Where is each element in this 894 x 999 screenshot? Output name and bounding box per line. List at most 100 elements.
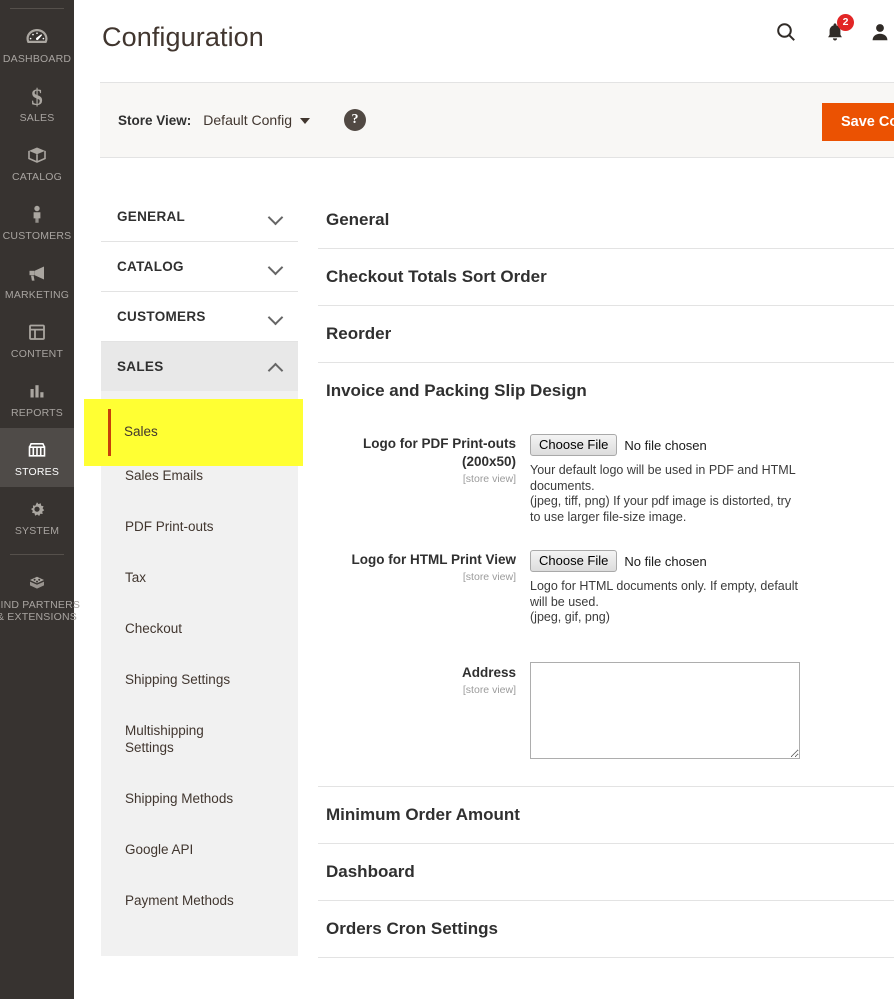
field-note-line: (jpeg, tiff, png) If your pdf image is d… [530,494,894,510]
sidebar-item-reports[interactable]: REPORTS [0,369,74,428]
field-note-line: will be used. [530,595,894,611]
section-title: General [326,210,389,229]
file-input-row: Choose File No file chosen [530,549,894,573]
nav-subitem-label: Sales [124,424,158,439]
nav-subitem-label: Tax [125,570,146,585]
store-switcher-bar: Store View: Default Config ? Save Config [100,82,894,158]
sidebar-item-marketing[interactable]: MARKETING [0,251,74,310]
layout-panel-icon [2,319,72,345]
save-config-button[interactable]: Save Config [822,103,894,141]
section-title: Dashboard [326,862,415,881]
sidebar-item-system[interactable]: SYSTEM [0,487,74,546]
bell-icon[interactable]: 2 [824,20,846,44]
field-control-column [530,660,894,764]
sidebar-item-sales[interactable]: $ SALES [0,74,74,133]
page-title: Configuration [102,22,264,53]
nav-subitem-label: PDF Print-outs [125,519,214,534]
section-dashboard[interactable]: Dashboard [318,844,894,901]
sidebar-item-catalog[interactable]: CATALOG [0,133,74,192]
section-invoice-and-packing-slip-design: Invoice and Packing Slip Design Logo for… [318,363,894,786]
header-icon-group: 2 [774,20,894,44]
field-label: Logo for HTML Print View [352,552,517,567]
field-note-line: Logo for HTML documents only. If empty, … [530,579,894,595]
page-header: Configuration 2 [74,0,894,82]
choose-file-button-html-logo[interactable]: Choose File [530,550,617,572]
file-status-text: No file chosen [624,554,706,569]
store-switcher-inner: Store View: Default Config ? [118,83,366,157]
user-avatar-icon[interactable] [868,20,892,44]
chevron-down-icon [270,311,282,323]
sidebar-item-stores[interactable]: STORES [0,428,74,487]
nav-subitem-multishipping-settings[interactable]: Multishipping Settings [101,705,221,773]
nav-subitem-google-api[interactable]: Google API [101,824,298,875]
extension-block-icon [2,570,72,596]
admin-sidebar: DASHBOARD $ SALES CATALOG [0,0,74,999]
section-orders-cron-settings[interactable]: Orders Cron Settings [318,901,894,958]
field-note-line: to use larger file-size image. [530,510,894,526]
nav-subitem-payment-methods[interactable]: Payment Methods [101,875,298,926]
nav-subitem-sales-selected-bar [108,409,111,456]
sidebar-item-dashboard[interactable]: DASHBOARD [0,15,74,74]
nav-subitem-label: Checkout [125,621,182,636]
nav-sublist-sales: Sales Sales Emails PDF Print-outs Tax Ch… [101,391,298,956]
nav-section-label: SALES [117,359,164,374]
store-view-select[interactable]: Default Config [203,112,310,128]
field-logo-for-html-print-view: Logo for HTML Print View [store view] Ch… [318,531,894,646]
search-icon[interactable] [774,20,798,44]
sidebar-item-content[interactable]: CONTENT [0,310,74,369]
field-scope: [store view] [318,684,516,696]
section-reorder[interactable]: Reorder [318,306,894,363]
field-note-line: Your default logo will be used in PDF an… [530,463,894,479]
nav-subitem-sales-highlight [84,399,303,466]
field-label: Logo for PDF Print-outs (200x50) [363,436,516,469]
sidebar-item-label: SYSTEM [0,525,97,537]
nav-section-label: GENERAL [117,209,185,224]
nav-subitem-label: Multishipping Settings [125,723,204,755]
field-label-column: Logo for HTML Print View [store view] [318,547,530,626]
section-minimum-order-amount[interactable]: Minimum Order Amount [318,786,894,844]
field-label: Address [462,665,516,680]
sidebar-bottom-divider [10,554,64,555]
section-title: Reorder [326,324,391,343]
chevron-up-icon [270,361,282,373]
section-title[interactable]: Invoice and Packing Slip Design [318,363,894,417]
section-checkout-totals-sort-order[interactable]: Checkout Totals Sort Order [318,249,894,306]
file-input-row: Choose File No file chosen [530,433,894,457]
nav-section-general[interactable]: GENERAL [101,192,298,242]
sidebar-item-label: SALES [0,112,97,124]
section-title: Orders Cron Settings [326,919,498,938]
nav-subitem-label: Sales Emails [125,468,203,483]
choose-file-button-pdf-logo[interactable]: Choose File [530,434,617,456]
nav-section-catalog[interactable]: CATALOG [101,242,298,292]
nav-section-sales[interactable]: SALES [101,342,298,391]
field-note: Your default logo will be used in PDF an… [530,463,894,525]
address-textarea[interactable] [530,662,800,759]
field-note: Logo for HTML documents only. If empty, … [530,579,894,626]
help-icon[interactable]: ? [344,109,366,131]
nav-subitem-checkout[interactable]: Checkout [101,603,298,654]
svg-text:$: $ [31,85,43,108]
nav-subitem-shipping-settings[interactable]: Shipping Settings [101,654,298,705]
person-icon [2,201,72,227]
sidebar-item-label: CONTENT [0,348,97,360]
sidebar-item-customers[interactable]: CUSTOMERS [0,192,74,251]
sidebar-item-find-partners-extensions[interactable]: FIND PARTNERS & EXTENSIONS [0,561,74,632]
section-general[interactable]: General [318,192,894,249]
section-title: Checkout Totals Sort Order [326,267,547,286]
file-status-text: No file chosen [624,438,706,453]
sidebar-item-label: STORES [0,466,97,478]
megaphone-icon [2,260,72,286]
sidebar-item-label: MARKETING [0,289,97,301]
sidebar-item-label: CUSTOMERS [0,230,97,242]
nav-subitem-label: Shipping Settings [125,672,230,687]
field-note-line: (jpeg, gif, png) [530,610,894,626]
dollar-sign-icon: $ [2,83,72,109]
nav-section-customers[interactable]: CUSTOMERS [101,292,298,342]
nav-subitem-shipping-methods[interactable]: Shipping Methods [101,773,298,824]
nav-subitem-pdf-print-outs[interactable]: PDF Print-outs [101,501,298,552]
nav-subitem-tax[interactable]: Tax [101,552,298,603]
section-title: Minimum Order Amount [326,805,520,824]
chevron-down-icon [270,261,282,273]
field-scope: [store view] [318,571,516,583]
nav-subitem-label: Payment Methods [125,893,234,908]
